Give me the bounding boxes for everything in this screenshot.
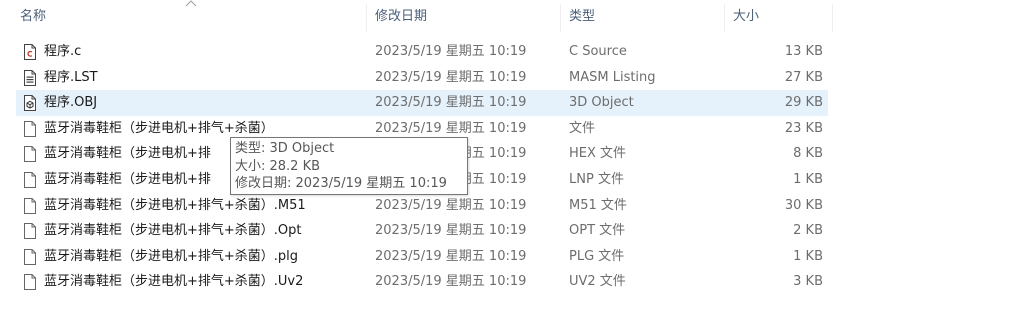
blank-file-icon: [23, 248, 37, 265]
file-date-modified: 2023/5/19 星期五 10:19: [375, 248, 527, 264]
file-type: 3D Object: [569, 95, 634, 111]
tooltip-date-line: 修改日期: 2023/5/19 星期五 10:19: [235, 176, 447, 191]
file-row[interactable]: 蓝牙消毒鞋柜（步进电机+排气+杀菌）.Opt 2023/5/19 星期五 10:1…: [0, 218, 834, 244]
tooltip-size-line: 大小: 28.2 KB: [235, 158, 321, 174]
file-type: MASM Listing: [569, 69, 656, 85]
file-date-modified: 2023/5/19 星期五 10:19: [375, 197, 527, 213]
column-divider[interactable]: [832, 4, 833, 32]
file-size: 1 KB: [793, 248, 823, 264]
file-size: 2 KB: [793, 223, 823, 239]
3d-object-file-icon: [23, 95, 37, 112]
file-row[interactable]: 程序.c 2023/5/19 星期五 10:19 C Source 13 KB: [0, 39, 834, 65]
column-divider[interactable]: [560, 4, 561, 32]
file-size: 27 KB: [784, 69, 823, 85]
file-type: HEX 文件: [569, 146, 627, 162]
file-date-modified: 2023/5/19 星期五 10:19: [375, 44, 527, 59]
file-type: C Source: [569, 44, 627, 59]
blank-file-icon: [23, 146, 37, 163]
listing-file-icon: [23, 69, 37, 86]
column-header-size[interactable]: 大小: [733, 0, 823, 36]
file-date-modified: 2023/5/19 星期五 10:19: [375, 223, 527, 239]
file-row[interactable]: 蓝牙消毒鞋柜（步进电机+排气+杀菌）.Uv2 2023/5/19 星期五 10:1…: [0, 269, 834, 295]
file-name: 蓝牙消毒鞋柜（步进电机+排气+杀菌）.plg: [44, 248, 299, 264]
file-name: 程序.c: [44, 44, 82, 59]
column-header-date-modified[interactable]: 修改日期: [375, 0, 560, 36]
file-name: 蓝牙消毒鞋柜（步进电机+排气+杀菌）.M51: [44, 197, 306, 213]
file-name: 程序.OBJ: [44, 95, 98, 111]
column-header-type[interactable]: 类型: [569, 0, 719, 36]
blank-file-icon: [23, 120, 37, 137]
file-name: 程序.LST: [44, 69, 98, 85]
file-type: PLG 文件: [569, 248, 625, 264]
file-size: 30 KB: [784, 197, 823, 213]
file-size: 29 KB: [784, 95, 823, 111]
file-row[interactable]: 蓝牙消毒鞋柜（步进电机+排气+杀菌）.plg 2023/5/19 星期五 10:1…: [0, 244, 834, 270]
file-explorer: 名称 修改日期 类型 大小 程序.c 2023/5/19 星期五 10:19 C S…: [0, 0, 1024, 311]
file-row[interactable]: 蓝牙消毒鞋柜（步进电机+排气+杀菌）.M51 2023/5/19 星期五 10:1…: [0, 193, 834, 219]
tooltip-type-line: 类型: 3D Object: [235, 141, 335, 156]
column-divider[interactable]: [366, 4, 367, 32]
file-size: 23 KB: [784, 120, 823, 136]
file-name: 蓝牙消毒鞋柜（步进电机+排气+杀菌）.Opt: [44, 223, 302, 239]
column-header-bar: 名称 修改日期 类型 大小: [0, 0, 834, 36]
blank-file-icon: [23, 223, 37, 240]
file-date-modified: 2023/5/19 星期五 10:19: [375, 274, 527, 290]
column-divider[interactable]: [724, 4, 725, 32]
file-row[interactable]: 程序.LST 2023/5/19 星期五 10:19 MASM Listing 27 …: [0, 65, 834, 91]
file-info-tooltip: 类型: 3D Object 大小: 28.2 KB 修改日期: 2023/5/1…: [230, 137, 468, 195]
file-size: 13 KB: [784, 44, 823, 59]
file-date-modified: 2023/5/19 星期五 10:19: [375, 69, 527, 85]
file-row[interactable]: 程序.OBJ 2023/5/19 星期五 10:19 3D Object 29 KB: [0, 90, 834, 116]
file-date-modified: 2023/5/19 星期五 10:19: [375, 95, 527, 111]
blank-file-icon: [23, 171, 37, 188]
file-size: 8 KB: [793, 146, 823, 162]
file-size: 3 KB: [793, 274, 823, 290]
blank-file-icon: [23, 274, 37, 291]
file-name: 蓝牙消毒鞋柜（步进电机+排气+杀菌）.Uv2: [44, 274, 304, 290]
column-header-name[interactable]: 名称: [20, 0, 365, 36]
file-type: UV2 文件: [569, 274, 626, 290]
file-type: OPT 文件: [569, 223, 626, 239]
file-size: 1 KB: [793, 171, 823, 187]
c-source-file-icon: [23, 44, 37, 60]
file-type: LNP 文件: [569, 171, 624, 187]
file-type: M51 文件: [569, 197, 627, 213]
blank-file-icon: [23, 197, 37, 214]
file-type: 文件: [569, 120, 596, 136]
